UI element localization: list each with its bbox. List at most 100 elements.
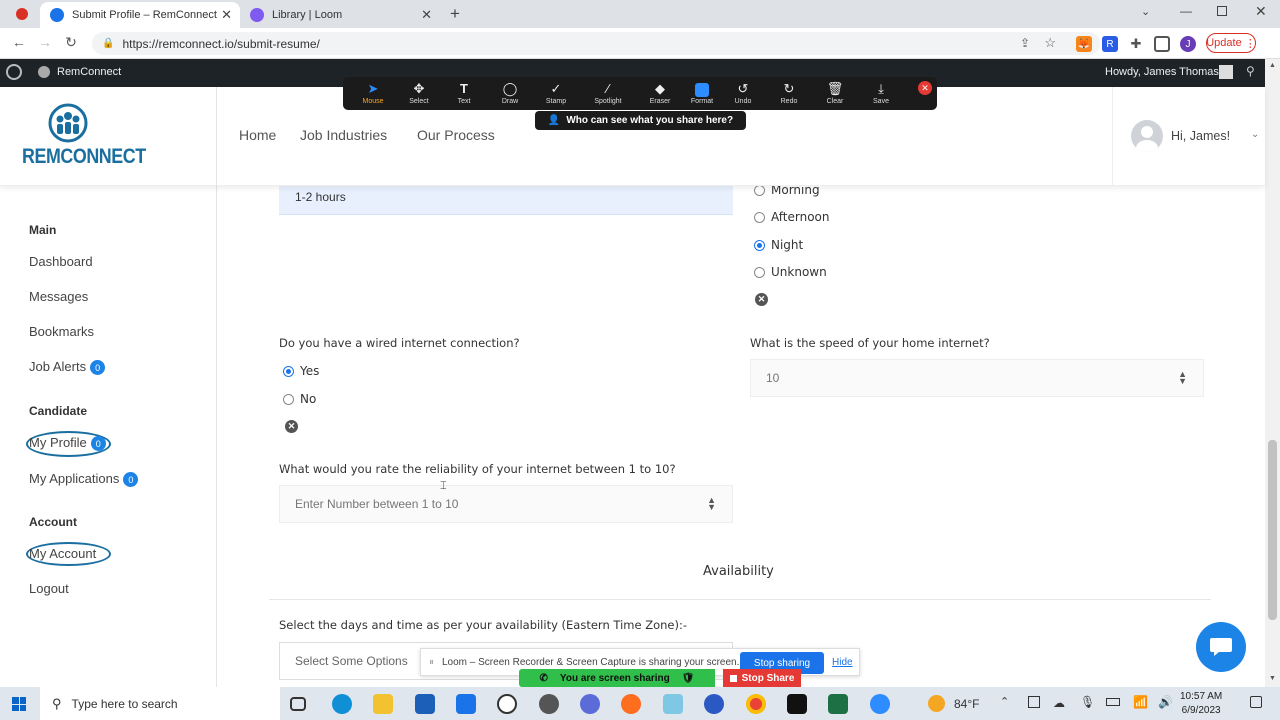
zoom-icon[interactable] <box>870 694 890 714</box>
new-tab-button[interactable]: + <box>450 4 460 24</box>
sidebar-item-bookmarks[interactable]: Bookmarks <box>29 324 94 339</box>
app-icon[interactable] <box>580 694 600 714</box>
search-icon[interactable]: ⚲ <box>1246 64 1255 78</box>
radio-button[interactable] <box>283 394 294 406</box>
mail-icon[interactable] <box>456 694 476 714</box>
tab-loom[interactable]: Library | Loom ✕ <box>240 2 440 28</box>
settings-icon[interactable] <box>539 694 559 714</box>
close-icon[interactable]: ✕ <box>221 7 232 23</box>
sidebar-item-my-profile[interactable]: My Profile 0 <box>29 435 106 452</box>
star-icon[interactable]: ☆ <box>1044 35 1056 51</box>
notifications-icon[interactable] <box>1250 696 1262 708</box>
site-name-link[interactable]: RemConnect <box>57 66 121 78</box>
sidebar-item-dashboard[interactable]: Dashboard <box>29 254 93 269</box>
sidebar-item-messages[interactable]: Messages <box>29 289 88 304</box>
chrome-icon[interactable] <box>746 694 766 714</box>
metamask-icon[interactable]: 🦊 <box>1076 36 1092 52</box>
window-menu-icon[interactable] <box>16 8 28 20</box>
radio-button[interactable] <box>754 240 765 252</box>
radio-button[interactable] <box>754 267 765 279</box>
draw-tool[interactable]: ◯ Draw <box>488 80 532 105</box>
puzzle-icon[interactable]: ✚ <box>1128 36 1144 52</box>
dashboard-icon[interactable] <box>38 66 50 78</box>
weather-temp[interactable]: 84°F <box>954 697 979 711</box>
battery-icon[interactable] <box>1106 698 1120 706</box>
windows-start-icon[interactable] <box>12 697 26 711</box>
update-button[interactable]: Update ⋮ <box>1206 33 1256 53</box>
file-explorer-icon[interactable] <box>373 694 393 714</box>
close-window-icon[interactable]: ✕ <box>1255 3 1267 20</box>
stamp-tool[interactable]: ✓ Stamp <box>534 80 578 105</box>
clear-selection-icon[interactable]: ✕ <box>285 420 298 433</box>
cloud-icon[interactable]: ☁ <box>1053 696 1065 710</box>
spotlight-tool[interactable]: ⁄ Spotlight <box>586 80 630 105</box>
nav-home[interactable]: Home <box>239 127 276 143</box>
sidebar-item-job-alerts[interactable]: Job Alerts 0 <box>29 359 106 376</box>
tab-submit-profile[interactable]: Submit Profile – RemConnect ✕ <box>40 2 240 28</box>
profile-avatar[interactable]: J <box>1180 36 1196 52</box>
vpn-icon[interactable] <box>704 694 724 714</box>
sidebar-item-logout[interactable]: Logout <box>29 581 69 596</box>
drag-handle-icon[interactable]: ⏸ <box>429 657 434 668</box>
firefox-icon[interactable] <box>621 694 641 714</box>
time-option-unknown[interactable]: Unknown <box>754 264 827 279</box>
chevron-down-icon[interactable]: ⌄ <box>1141 5 1150 18</box>
wired-option-yes[interactable]: Yes <box>283 363 319 378</box>
nav-our-process[interactable]: Our Process <box>417 127 495 143</box>
weather-icon[interactable] <box>928 695 945 712</box>
select-tool[interactable]: ✥ Select <box>397 80 441 105</box>
share-icon[interactable]: ⇪ <box>1020 36 1030 50</box>
terminal-icon[interactable] <box>787 694 807 714</box>
store-icon[interactable] <box>415 694 435 714</box>
redo-tool[interactable]: ↻ Redo <box>767 80 811 105</box>
minimize-icon[interactable]: — <box>1180 4 1192 18</box>
taskbar-search-input[interactable]: ⚲ Type here to search <box>40 687 280 720</box>
who-can-see-banner[interactable]: 👤 Who can see what you share here? <box>535 111 746 130</box>
radio-button[interactable] <box>283 366 294 378</box>
user-avatar-icon[interactable] <box>1219 65 1233 79</box>
time-option-night[interactable]: Night <box>754 237 803 252</box>
user-menu[interactable]: Hi, James! ⌄ <box>1112 87 1265 186</box>
logo[interactable]: REMCONNECT <box>0 87 217 186</box>
edge-icon[interactable] <box>332 694 352 714</box>
clear-tool[interactable]: 🗑 Clear <box>813 80 857 105</box>
dell-icon[interactable] <box>497 694 517 714</box>
close-icon[interactable]: ✕ <box>918 81 932 95</box>
mic-icon[interactable]: 🎙 <box>1080 695 1095 709</box>
stop-share-button[interactable]: Stop Share <box>723 669 801 687</box>
scroll-up-icon[interactable]: ▲ <box>1269 62 1276 69</box>
hours-selected-option[interactable]: 1-2 hours <box>279 186 733 215</box>
speed-select[interactable]: 10 ▲ ▼ <box>750 359 1204 397</box>
chat-button[interactable] <box>1196 622 1246 672</box>
radio-button[interactable] <box>754 185 765 197</box>
volume-icon[interactable]: 🔊 <box>1158 695 1173 709</box>
time-option-afternoon[interactable]: Afternoon <box>754 209 830 224</box>
close-icon[interactable]: ✕ <box>421 7 432 23</box>
maximize-icon[interactable] <box>1217 6 1227 16</box>
scroll-down-icon[interactable]: ▼ <box>1269 675 1276 682</box>
scrollbar-thumb[interactable] <box>1268 440 1277 620</box>
sidepanel-icon[interactable] <box>1154 36 1170 52</box>
clear-selection-icon[interactable]: ✕ <box>755 293 768 306</box>
nav-job-industries[interactable]: Job Industries <box>300 127 387 143</box>
eraser-tool[interactable]: ◆ Eraser <box>638 80 682 105</box>
howdy-user-link[interactable]: Howdy, James Thomas <box>1105 66 1219 78</box>
sidebar-item-my-applications[interactable]: My Applications 0 <box>29 471 139 488</box>
wired-option-no[interactable]: No <box>283 391 316 406</box>
tray-chevron-icon[interactable]: ⌃ <box>1000 695 1009 708</box>
text-tool[interactable]: T Text <box>442 80 486 105</box>
undo-tool[interactable]: ↺ Undo <box>721 80 765 105</box>
task-view-icon[interactable] <box>290 697 306 711</box>
app-icon[interactable] <box>663 694 683 714</box>
extension-r-icon[interactable]: R <box>1102 36 1118 52</box>
forward-icon[interactable]: → <box>36 34 54 50</box>
wordpress-icon[interactable] <box>6 64 22 80</box>
save-tool[interactable]: ⤓ Save <box>859 80 903 105</box>
back-icon[interactable]: ← <box>10 34 28 50</box>
radio-button[interactable] <box>754 212 765 224</box>
system-clock[interactable]: 10:57 AM 6/9/2023 <box>1180 690 1222 718</box>
excel-icon[interactable] <box>828 694 848 714</box>
hide-link[interactable]: Hide <box>832 657 853 668</box>
format-tool[interactable]: Format <box>680 80 724 105</box>
sidebar-item-my-account[interactable]: My Account <box>29 546 96 561</box>
